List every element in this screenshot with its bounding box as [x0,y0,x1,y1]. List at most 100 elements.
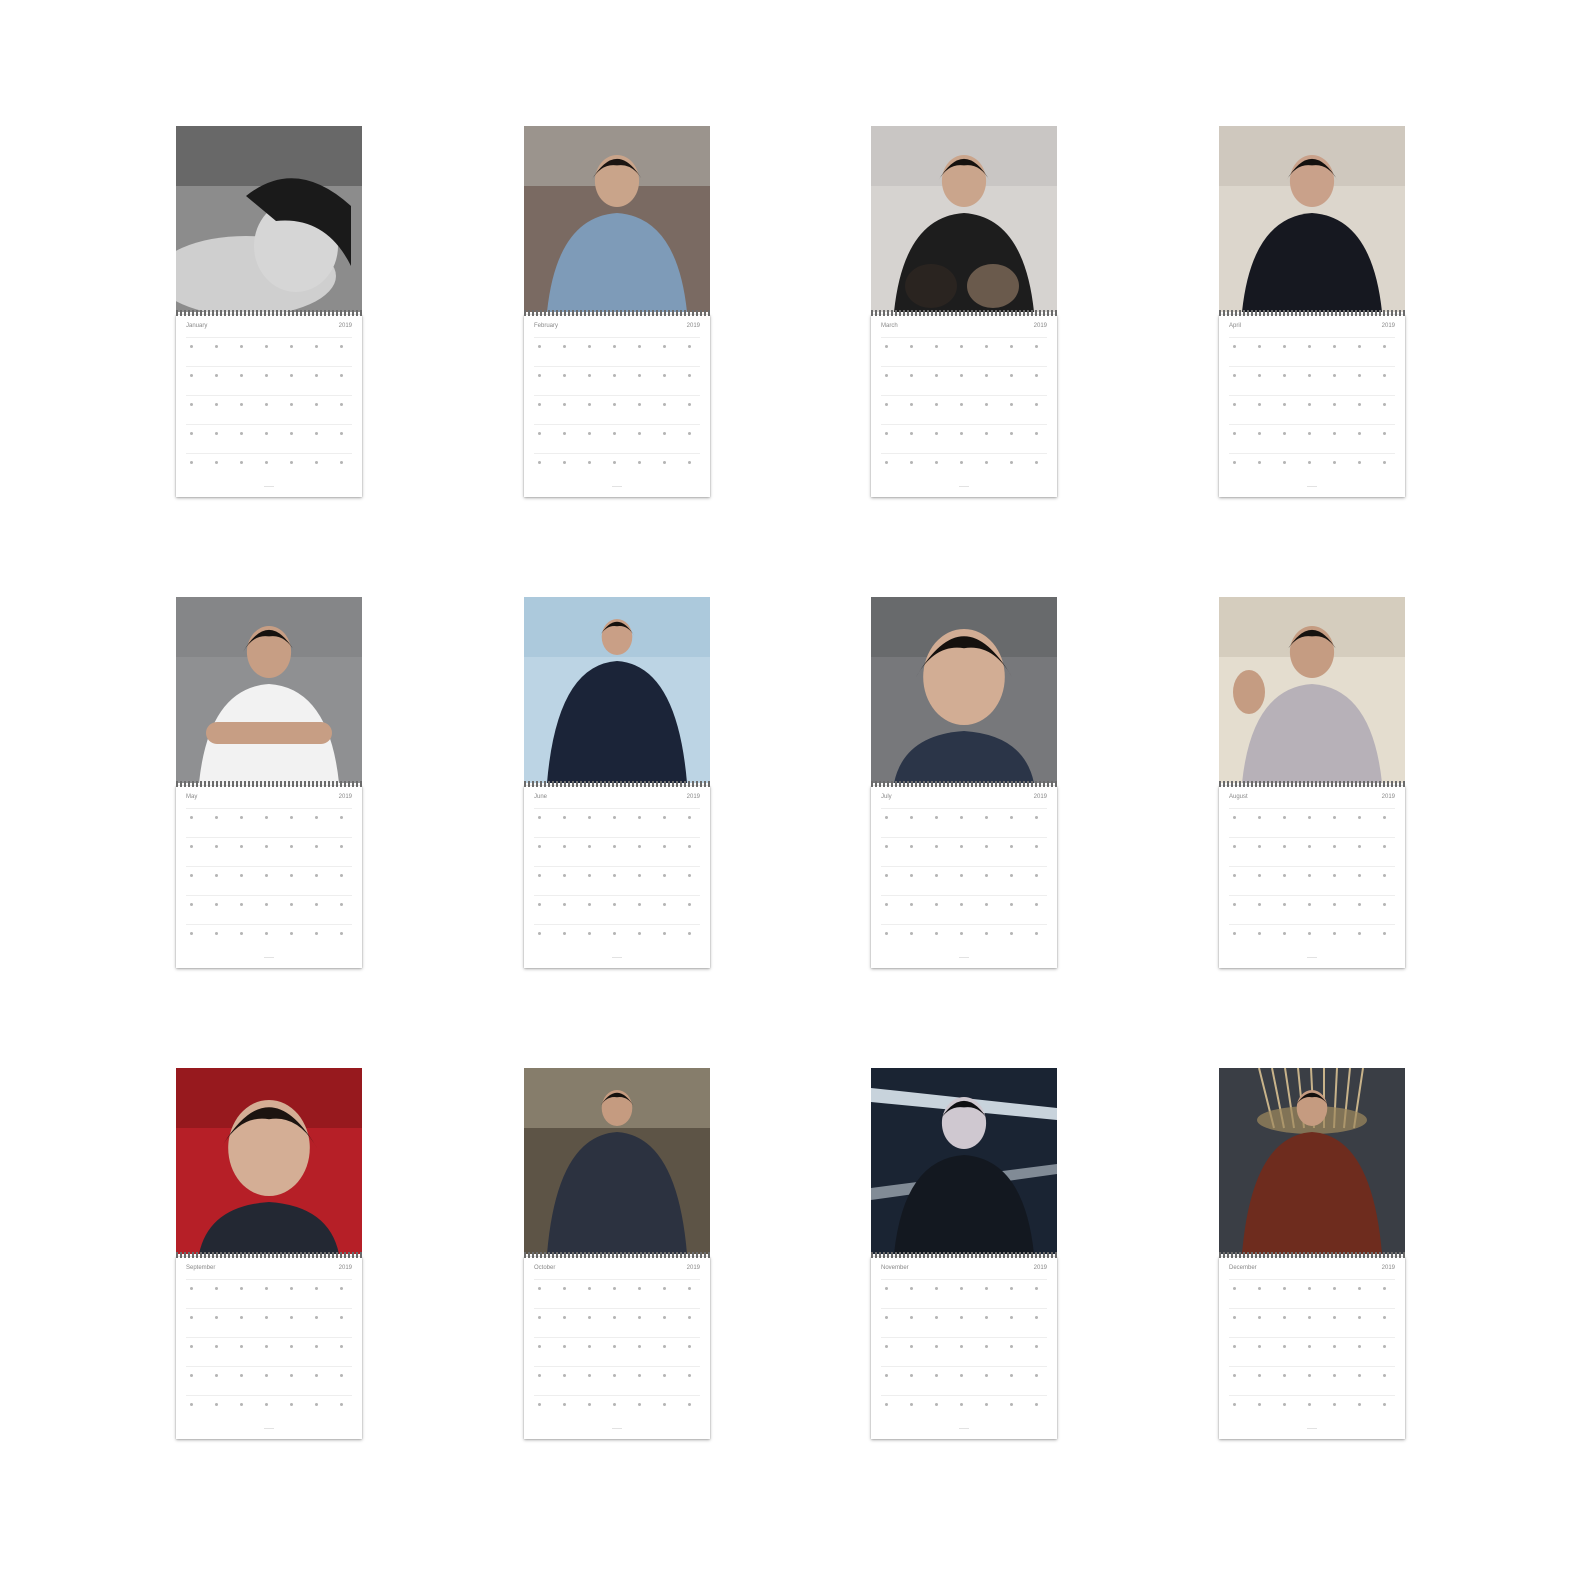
day-cell [1258,1403,1261,1406]
month-photo [871,597,1057,783]
day-cell [1383,345,1386,348]
day-cell [1383,932,1386,935]
week-row [534,1308,700,1337]
day-cell [265,845,268,848]
day-cell [688,932,691,935]
day-cell [613,403,616,406]
day-cell [1383,432,1386,435]
week-row [881,1279,1047,1308]
week-divider [1229,866,1395,867]
day-cell [1010,1316,1013,1319]
week-row [1229,866,1395,895]
day-cell [1035,903,1038,906]
day-cell [1035,1287,1038,1290]
day-cell [638,816,641,819]
year-label: 2019 [338,794,352,800]
sheet-footer [959,957,969,958]
day-cell [1358,1316,1361,1319]
month-label: November [881,1265,909,1271]
day-cell [190,1345,193,1348]
week-divider [186,924,352,925]
day-cell [340,345,343,348]
day-cell [910,374,913,377]
day-cell [1233,1403,1236,1406]
day-cell [215,845,218,848]
day-cell [215,461,218,464]
day-cell [1308,845,1311,848]
day-cell [985,1316,988,1319]
day-cell [1383,1345,1386,1348]
day-cell [1383,461,1386,464]
week-row [186,395,352,424]
day-cell [910,903,913,906]
week-row [1229,337,1395,366]
day-cell [563,903,566,906]
day-cell [688,903,691,906]
week-divider [186,1366,352,1367]
day-cell [1308,1374,1311,1377]
calendar-page: December 2019 [1219,1068,1405,1444]
week-divider [1229,895,1395,896]
day-cell [613,1403,616,1406]
calendar-sheet: March 2019 [871,315,1057,497]
day-cell [1233,874,1236,877]
day-cell [1283,1316,1286,1319]
day-cell [663,345,666,348]
day-cell [885,345,888,348]
day-cell [1358,403,1361,406]
day-cell [1258,903,1261,906]
day-cell [960,345,963,348]
sheet-footer [1307,486,1317,487]
day-cell [190,1287,193,1290]
week-row [1229,1395,1395,1424]
day-cell [290,903,293,906]
day-cell [688,345,691,348]
week-divider [534,395,700,396]
day-cell [240,1316,243,1319]
day-cell [613,845,616,848]
day-cell [538,1403,541,1406]
day-cell [190,461,193,464]
day-cell [240,432,243,435]
day-cell [638,432,641,435]
day-cell [588,845,591,848]
week-divider [881,1308,1047,1309]
month-label: March [881,323,898,329]
month-label: June [534,794,548,800]
day-cell [190,845,193,848]
day-cell [190,1374,193,1377]
portrait-image [524,597,710,783]
day-cell [315,1316,318,1319]
day-cell [613,932,616,935]
day-cell [910,1287,913,1290]
day-cell [1010,903,1013,906]
spiral-binding [524,781,710,787]
month-label: May [186,794,198,800]
year-label: 2019 [1381,1265,1395,1271]
calendar-page: June 2019 [524,597,710,973]
day-cell [663,874,666,877]
day-cell [563,1287,566,1290]
week-divider [534,895,700,896]
day-cell [1283,432,1286,435]
day-cell [265,932,268,935]
day-cell [960,1287,963,1290]
day-cell [315,1345,318,1348]
day-cell [935,461,938,464]
day-cell [265,403,268,406]
day-cell [340,1403,343,1406]
month-label: September [186,1265,216,1271]
month-label: August [1229,794,1248,800]
week-divider [534,1395,700,1396]
day-grid [1229,1279,1395,1424]
week-divider [186,895,352,896]
day-grid [534,337,700,482]
spiral-binding [871,310,1057,316]
day-cell [538,1374,541,1377]
day-cell [190,903,193,906]
day-cell [613,461,616,464]
spiral-binding [871,781,1057,787]
spiral-binding [1219,1252,1405,1258]
year-label: 2019 [338,1265,352,1271]
day-cell [290,432,293,435]
